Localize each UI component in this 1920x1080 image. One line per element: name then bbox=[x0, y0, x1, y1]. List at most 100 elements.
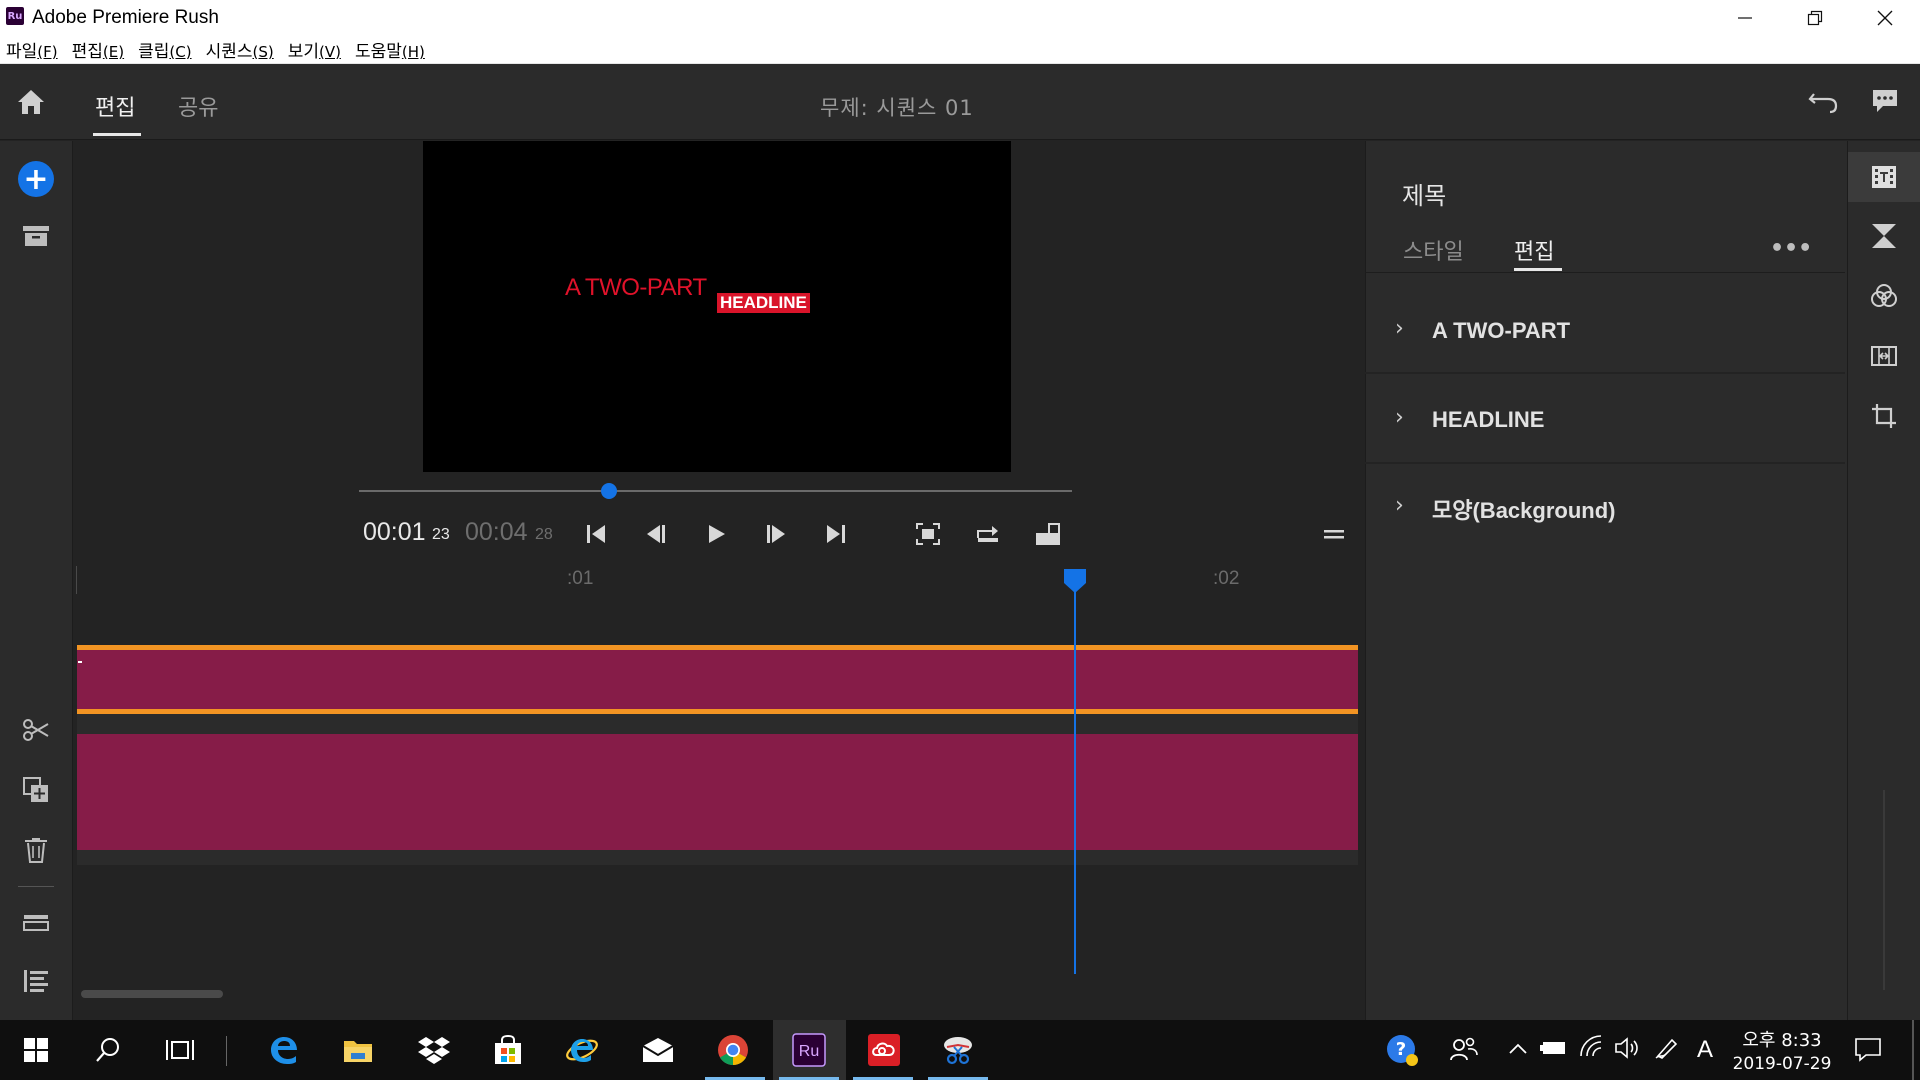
menu-file[interactable]: 파일(F) bbox=[6, 37, 58, 62]
svg-text:?: ? bbox=[1396, 1039, 1406, 1060]
taskbar-file-explorer[interactable] bbox=[334, 1026, 382, 1074]
taskbar-chrome[interactable] bbox=[709, 1026, 757, 1074]
tray-pen[interactable] bbox=[1654, 1036, 1680, 1064]
split-button[interactable] bbox=[22, 716, 50, 748]
video-track bbox=[77, 850, 1358, 865]
speaker-icon bbox=[1615, 1037, 1638, 1059]
project-assets-button[interactable] bbox=[22, 224, 50, 252]
color-panel-button[interactable] bbox=[1870, 282, 1898, 314]
track-controls-button[interactable] bbox=[22, 910, 50, 938]
playhead-handle[interactable] bbox=[1062, 568, 1088, 594]
panel-tab-style[interactable]: 스타일 bbox=[1403, 234, 1464, 266]
taskbar-edge[interactable] bbox=[260, 1026, 308, 1074]
menu-sequence[interactable]: 시퀀스(S) bbox=[206, 37, 274, 62]
home-button[interactable] bbox=[16, 88, 46, 120]
chevron-right-icon: › bbox=[1395, 493, 1404, 518]
tab-share[interactable]: 공유 bbox=[178, 90, 218, 122]
title-clip-selected[interactable] bbox=[77, 645, 1358, 714]
preview-scrub-bar[interactable] bbox=[359, 490, 1072, 492]
menu-view[interactable]: 보기(V) bbox=[288, 37, 341, 62]
pen-ink-icon bbox=[1655, 1038, 1678, 1059]
project-title[interactable]: 무제: 시퀀스 01 bbox=[820, 92, 974, 122]
wifi-icon bbox=[1580, 1035, 1602, 1057]
video-clip[interactable] bbox=[77, 734, 1358, 850]
timeline-horizontal-scrollbar[interactable] bbox=[81, 990, 223, 998]
speed-panel-button[interactable] bbox=[1870, 342, 1898, 374]
show-desktop-button[interactable] bbox=[1912, 1020, 1914, 1080]
internet-explorer-icon bbox=[566, 1039, 598, 1062]
tab-active-indicator bbox=[93, 133, 141, 136]
tray-help[interactable]: ? bbox=[1378, 1026, 1426, 1074]
taskbar-snipping-tool[interactable] bbox=[934, 1026, 982, 1074]
undo-button[interactable] bbox=[1808, 86, 1840, 120]
close-button[interactable] bbox=[1850, 0, 1920, 36]
duration-timecode: 00:04 bbox=[465, 518, 528, 546]
play-button[interactable] bbox=[700, 518, 732, 550]
panel-scrollbar[interactable] bbox=[1883, 790, 1885, 990]
delete-button[interactable] bbox=[22, 836, 50, 868]
tray-clock-time[interactable]: 오후 8:33 bbox=[1732, 1026, 1832, 1052]
minimize-icon bbox=[1738, 17, 1752, 19]
transitions-panel-button[interactable] bbox=[1870, 222, 1898, 254]
more-options-button[interactable]: ••• bbox=[1770, 236, 1812, 261]
panel-section-label: A TWO-PART bbox=[1432, 318, 1571, 343]
tray-clock-date[interactable]: 2019-07-29 bbox=[1732, 1054, 1832, 1074]
panel-tab-edit[interactable]: 편집 bbox=[1514, 234, 1554, 266]
taskbar-separator bbox=[226, 1036, 227, 1066]
panel-section-label: 모양(Background) bbox=[1432, 498, 1616, 523]
restore-button[interactable] bbox=[1780, 0, 1850, 36]
loop-button[interactable] bbox=[972, 518, 1004, 550]
tray-input-language[interactable]: A bbox=[1697, 1036, 1713, 1064]
action-center-button[interactable] bbox=[1854, 1036, 1882, 1066]
taskbar-premiere-rush[interactable]: Ru bbox=[785, 1026, 833, 1074]
tray-network[interactable] bbox=[1578, 1034, 1604, 1064]
edge-browser-icon bbox=[271, 1037, 297, 1064]
step-forward-button[interactable] bbox=[760, 518, 792, 550]
title-text-line1[interactable]: A TWO-PART bbox=[565, 274, 707, 302]
titles-panel-button[interactable] bbox=[1870, 163, 1898, 195]
list-icon bbox=[24, 970, 48, 992]
go-to-end-button[interactable] bbox=[820, 518, 852, 550]
current-timecode: 00:01 bbox=[363, 518, 426, 546]
timeline-menu-button[interactable] bbox=[1318, 518, 1350, 550]
start-button[interactable] bbox=[12, 1026, 60, 1074]
taskbar-mail[interactable] bbox=[634, 1026, 682, 1074]
crop-panel-button[interactable] bbox=[1870, 402, 1898, 434]
chevron-right-icon: › bbox=[1395, 405, 1404, 430]
feedback-button[interactable] bbox=[1870, 86, 1900, 120]
preview-scrub-handle[interactable] bbox=[600, 483, 617, 499]
window-titlebar bbox=[0, 0, 1920, 36]
transition-icon bbox=[1872, 224, 1896, 248]
crop-icon bbox=[1872, 404, 1896, 428]
menu-edit[interactable]: 편집(E) bbox=[72, 37, 124, 62]
tray-volume[interactable] bbox=[1614, 1036, 1640, 1064]
task-view-button[interactable] bbox=[156, 1026, 204, 1074]
duplicate-button[interactable] bbox=[22, 776, 50, 808]
current-timecode-frames: 23 bbox=[432, 526, 450, 543]
taskbar-search-button[interactable] bbox=[84, 1026, 132, 1074]
play-icon bbox=[709, 525, 725, 543]
tray-people[interactable] bbox=[1440, 1026, 1488, 1074]
tray-overflow-button[interactable] bbox=[1508, 1040, 1528, 1060]
minimize-button[interactable] bbox=[1710, 0, 1780, 36]
fit-frame-button[interactable] bbox=[912, 518, 944, 550]
go-to-start-button[interactable] bbox=[580, 518, 612, 550]
tab-edit[interactable]: 편집 bbox=[95, 90, 135, 122]
menu-clip[interactable]: 클립(C) bbox=[138, 37, 191, 62]
taskbar-creative-cloud[interactable] bbox=[860, 1026, 908, 1074]
add-media-button[interactable]: + bbox=[18, 161, 54, 197]
toolbar-divider bbox=[18, 886, 54, 887]
title-text-line2[interactable]: HEADLINE bbox=[717, 293, 810, 313]
step-back-button[interactable] bbox=[640, 518, 672, 550]
chevron-up-icon bbox=[1509, 1043, 1527, 1054]
tray-battery[interactable] bbox=[1540, 1039, 1568, 1061]
taskbar-dropbox[interactable] bbox=[410, 1026, 458, 1074]
taskbar-microsoft-store[interactable] bbox=[484, 1026, 532, 1074]
taskbar-internet-explorer[interactable] bbox=[558, 1026, 606, 1074]
playhead-line[interactable] bbox=[1074, 586, 1076, 974]
panel-divider bbox=[1365, 272, 1845, 273]
aspect-ratio-button[interactable] bbox=[1032, 518, 1064, 550]
track-list-button[interactable] bbox=[22, 968, 50, 998]
playhead-marker-icon bbox=[1064, 569, 1086, 593]
menu-help[interactable]: 도움말(H) bbox=[355, 37, 425, 62]
